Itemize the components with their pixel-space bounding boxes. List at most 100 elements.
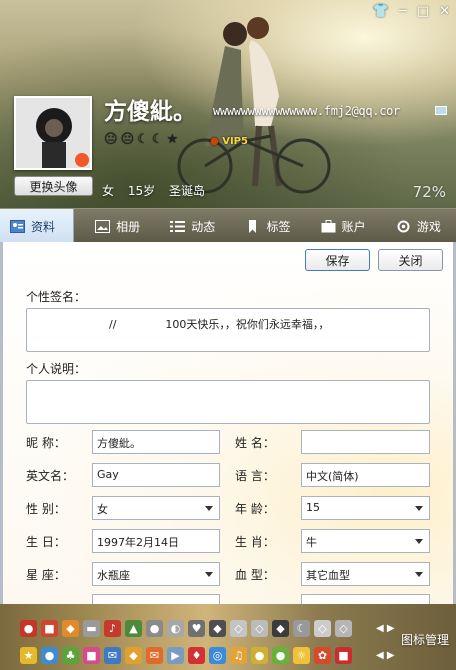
profile-form: 保存 关闭 个性签名： // 100天快乐，，祝你们永远幸福，， 个人说明： 昵… [0, 242, 456, 604]
moon-level-icon: ☾ [151, 132, 164, 147]
tab-games[interactable]: 游戏 [384, 209, 441, 243]
tab-group: 相册 动态 标签 账户 游戏 [74, 209, 456, 242]
mail-icon[interactable]: ✉ [104, 647, 121, 664]
moon-level-icon: ☾ [137, 132, 149, 147]
constellation-label: 星 座： [26, 568, 66, 582]
tab-feed[interactable]: 动态 [158, 209, 215, 243]
mail-icon[interactable]: ✉ [146, 647, 163, 664]
nickname-input[interactable]: 方傻紕。 [92, 430, 220, 454]
space-icon[interactable]: ◐ [167, 620, 184, 637]
language-input[interactable]: 中文(简体) [301, 463, 430, 487]
age-text: 15岁 [127, 184, 156, 198]
close-icon[interactable]: ✕ [439, 4, 450, 19]
icon-row-1: ● ■ ◆ ▬ ♪ ▲ ● ◐ ♥ ◆ ◇ ◇ ◆ ☾ ◇ ◇ [20, 620, 352, 637]
music-icon[interactable]: ♫ [230, 647, 247, 664]
vip-badge[interactable]: ● VIP5 [210, 136, 248, 147]
location-text: 圣诞岛 [168, 184, 205, 198]
profile-completion: 72% [412, 183, 446, 201]
birthday-label: 生 日： [26, 535, 66, 549]
tshirt-icon[interactable]: 👕 [373, 4, 389, 19]
name-input[interactable] [301, 430, 430, 454]
medal-icon[interactable]: ● [251, 647, 268, 664]
pet-icon[interactable]: ● [146, 620, 163, 637]
level-badges[interactable]: 😐 😐 ☾ ☾ ★ [104, 132, 178, 147]
change-avatar-button[interactable]: 更换头像 [14, 176, 93, 196]
maximize-button[interactable]: □ [417, 4, 429, 19]
close-button[interactable]: 关闭 [378, 249, 443, 271]
gender-select[interactable]: 女 [92, 496, 220, 520]
browser-icon[interactable]: ◎ [209, 647, 226, 664]
game-icon[interactable]: ◆ [62, 620, 79, 637]
nickname-label: 昵 称： [26, 436, 66, 450]
star-level-icon: ★ [166, 132, 179, 147]
gender-text: 女 [102, 184, 115, 198]
star-icon[interactable]: ★ [20, 647, 37, 664]
basic-info-line: 女 15岁 圣诞岛 [102, 182, 215, 199]
tab-album[interactable]: 相册 [83, 209, 140, 243]
gift-icon[interactable]: ■ [41, 620, 58, 637]
avatar-icon[interactable]: ■ [335, 647, 352, 664]
form-row-english: 英文名： Gay 语 言： 中文(简体) [3, 463, 453, 487]
next-field-input-right[interactable] [301, 594, 430, 604]
description-label: 个人说明： [26, 362, 87, 376]
minimize-button[interactable]: ─ [399, 4, 407, 19]
music-icon[interactable]: ♪ [104, 620, 121, 637]
shopping-icon[interactable]: ◆ [125, 647, 142, 664]
leaf-icon[interactable]: ♣ [62, 647, 79, 664]
form-row-partial [3, 594, 453, 604]
description-textarea[interactable] [26, 380, 430, 424]
briefcase-icon [321, 219, 336, 232]
birthday-input[interactable]: 1997年2月14日 [92, 529, 220, 553]
tab-account[interactable]: 账户 [309, 209, 366, 243]
avatar[interactable] [14, 96, 92, 170]
penguin-icon: ● [210, 136, 219, 147]
icon-row-arrows[interactable]: ◀ ▶ [376, 623, 395, 634]
video-icon[interactable]: ▶ [167, 647, 184, 664]
name-label: 姓 名： [235, 436, 275, 450]
window-controls: 👕 ─ □ ✕ [373, 4, 450, 19]
tab-bar: 资料 相册 动态 标签 账户 游戏 [0, 208, 456, 243]
penguin-icon[interactable]: ● [20, 620, 37, 637]
tab-tags[interactable]: 标签 [233, 209, 290, 243]
mail-icon[interactable] [435, 106, 447, 115]
sun-level-icon: 😐 [104, 132, 118, 147]
photo-icon[interactable]: ■ [83, 647, 100, 664]
zodiac-select[interactable]: 牛 [301, 529, 430, 553]
icon-row-arrows[interactable]: ◀ ▶ [376, 650, 395, 661]
service-icon-bar: ● ■ ◆ ▬ ♪ ▲ ● ◐ ♥ ◆ ◇ ◇ ◆ ☾ ◇ ◇ ◀ ▶ ★ ● … [0, 604, 456, 670]
diamond-icon[interactable]: ◆ [272, 620, 289, 637]
form-row-birthday: 生 日： 1997年2月14日 生 肖： 牛 [3, 529, 453, 553]
sun-icon[interactable]: ☼ [293, 647, 310, 664]
signature-label: 个性签名： [26, 290, 87, 304]
profile-email: wwwwwwwwwwwwwww.fmj2@qq.cor [213, 104, 400, 118]
diamond-icon[interactable]: ◇ [230, 620, 247, 637]
english-name-input[interactable]: Gay [92, 463, 220, 487]
blood-type-select[interactable]: 其它血型 [301, 562, 430, 586]
language-label: 语 言： [235, 469, 275, 483]
icon-row-2: ★ ● ♣ ■ ✉ ◆ ✉ ▶ ♦ ◎ ♫ ● ● ☼ ✿ ■ [20, 647, 352, 664]
game-gear-icon [397, 220, 410, 232]
pet-icon[interactable]: ● [272, 647, 289, 664]
save-button[interactable]: 保存 [305, 249, 370, 271]
age-select[interactable]: 15 [301, 496, 430, 520]
next-field-input[interactable] [92, 594, 220, 604]
icon-manage-link[interactable]: 图标管理 [401, 631, 449, 648]
signature-textarea[interactable]: // 100天快乐，，祝你们永远幸福，， [26, 308, 430, 352]
tab-profile[interactable]: 资料 [0, 209, 74, 243]
app-icon[interactable]: ▲ [125, 620, 142, 637]
diamond-icon[interactable]: ◇ [251, 620, 268, 637]
moon-icon[interactable]: ☾ [293, 620, 310, 637]
diamond-icon[interactable]: ◇ [335, 620, 352, 637]
chat-icon[interactable]: ▬ [83, 620, 100, 637]
feed-list-icon [170, 220, 186, 232]
flower-icon[interactable]: ✿ [314, 647, 331, 664]
game-icon[interactable]: ♦ [188, 647, 205, 664]
english-name-label: 英文名： [26, 469, 75, 483]
gender-label: 性 别： [26, 502, 66, 516]
diamond-icon[interactable]: ◆ [209, 620, 226, 637]
constellation-select[interactable]: 水瓶座 [92, 562, 220, 586]
diamond-icon[interactable]: ◇ [314, 620, 331, 637]
heart-icon[interactable]: ♥ [188, 620, 205, 637]
qzone-icon[interactable]: ● [41, 647, 58, 664]
zodiac-label: 生 肖： [235, 535, 275, 549]
